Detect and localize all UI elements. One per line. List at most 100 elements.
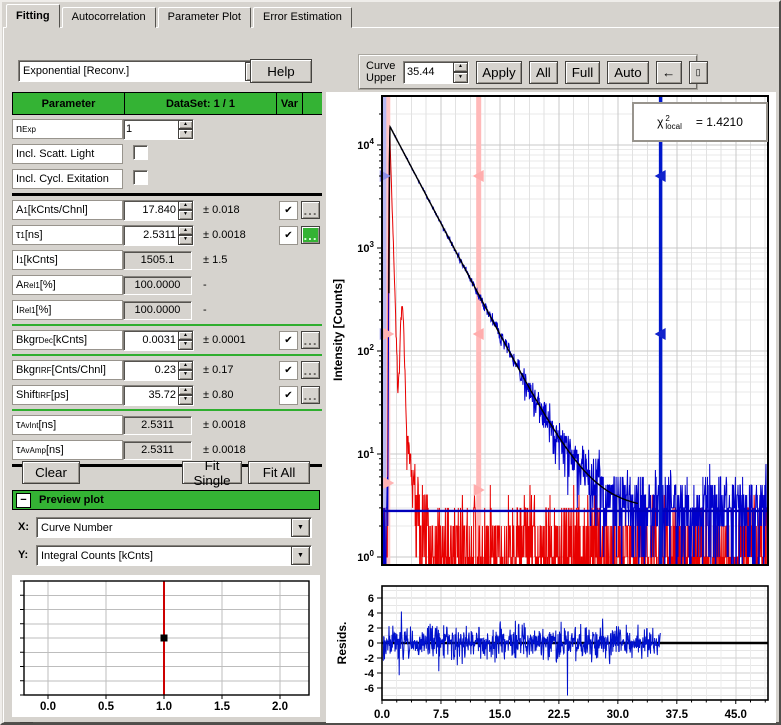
model-select-value: Exponential [Reconv.]: [23, 65, 129, 77]
param-row-i1: I1[kCnts] 1505.1 ± 1.5: [12, 249, 322, 271]
nexp-spinner[interactable]: ▲▼: [178, 120, 193, 139]
clear-button[interactable]: Clear: [22, 461, 80, 484]
shift-irf-error: ± 0.80: [196, 389, 277, 401]
irel1-error: -: [196, 304, 277, 316]
bkgr-dec-error: ± 0.0001: [196, 334, 277, 346]
a1-input[interactable]: ▲▼: [123, 200, 194, 221]
decay-and-residuals-plot: 104103102101100Intensity [Counts]6420-2-…: [326, 92, 776, 725]
bkgr-irf-var-checkbox[interactable]: ✔: [279, 361, 298, 380]
svg-text:30.0: 30.0: [607, 709, 629, 721]
chi-value: = 1.4210: [696, 115, 743, 129]
bkgr-dec-value[interactable]: [124, 331, 178, 350]
help-button[interactable]: Help: [250, 59, 312, 83]
fit-single-button[interactable]: Fit Single: [182, 461, 242, 484]
svg-text:6: 6: [368, 593, 374, 605]
spin-up-icon: ▲: [178, 361, 193, 371]
tau-avint-error: ± 0.0018: [196, 419, 277, 431]
curve-upper-input[interactable]: ▲ ▼: [403, 61, 469, 84]
tau1-var-checkbox[interactable]: ✔: [279, 226, 298, 245]
param-row-arel1: ARel1[%] 100.0000 -: [12, 274, 322, 296]
bkgr-dec-spinner[interactable]: ▲▼: [178, 331, 193, 350]
fitting-page: Exponential [Reconv.] ▼ Help Curve Upper…: [3, 27, 780, 723]
a1-var-checkbox[interactable]: ✔: [279, 201, 298, 220]
tau1-value[interactable]: [124, 226, 178, 245]
a1-spinner[interactable]: ▲▼: [178, 201, 193, 220]
svg-text:-4: -4: [364, 668, 375, 680]
tab-bar: Fitting Autocorrelation Parameter Plot E…: [6, 4, 354, 28]
shift-irf-more-button[interactable]: ...: [301, 386, 320, 404]
svg-text:1.5: 1.5: [214, 701, 231, 713]
incl-cycl-exitation-checkbox[interactable]: [133, 170, 148, 185]
tab-autocorrelation[interactable]: Autocorrelation: [62, 7, 156, 28]
check-icon: ✔: [284, 335, 292, 346]
shift-irf-spinner[interactable]: ▲▼: [178, 386, 193, 405]
shift-irf-var-checkbox[interactable]: ✔: [279, 386, 298, 405]
spin-up-icon: ▲: [178, 201, 193, 211]
i1-value: 1505.1: [123, 251, 192, 270]
spin-down-icon[interactable]: ▼: [453, 72, 468, 83]
curve-upper-spinner[interactable]: ▲ ▼: [453, 62, 468, 83]
chevron-down-icon[interactable]: ▼: [291, 518, 310, 537]
bkgr-irf-value[interactable]: [124, 361, 178, 380]
parameter-table-header: Parameter DataSet: 1 / 1 Var: [12, 92, 322, 115]
nexp-value[interactable]: [124, 120, 178, 139]
auto-button[interactable]: Auto: [607, 61, 648, 84]
dataset-slider: 1 / 1: [12, 720, 320, 725]
nexp-input[interactable]: ▲▼: [123, 119, 194, 140]
shift-irf-value[interactable]: [124, 386, 178, 405]
spin-down-icon: ▼: [178, 340, 193, 350]
back-arrow-button[interactable]: ←: [656, 61, 682, 84]
tab-fitting[interactable]: Fitting: [6, 4, 60, 28]
bkgr-dec-more-button[interactable]: ...: [301, 331, 320, 349]
preview-plot-panel: 0.00.51.01.52.0: [12, 575, 320, 717]
a1-more-button[interactable]: ...: [301, 201, 320, 219]
main-y-axis-label: Intensity [Counts]: [331, 279, 345, 381]
spin-up-icon: ▲: [178, 226, 193, 236]
shift-irf-input[interactable]: ▲▼: [123, 385, 194, 406]
section-divider-green: [12, 324, 322, 326]
bkgr-dec-input[interactable]: ▲▼: [123, 330, 194, 351]
bkgr-dec-var-checkbox[interactable]: ✔: [279, 331, 298, 350]
spin-up-icon: ▲: [178, 331, 193, 341]
bkgr-irf-input[interactable]: ▲▼: [123, 360, 194, 381]
spin-up-icon[interactable]: ▲: [453, 62, 468, 73]
preview-data-point[interactable]: [161, 635, 168, 642]
curve-upper-value[interactable]: [404, 62, 453, 83]
model-select[interactable]: Exponential [Reconv.] ▼: [18, 60, 266, 82]
collapse-icon[interactable]: −: [16, 493, 31, 508]
apply-button[interactable]: Apply: [476, 61, 522, 84]
arel1-error: -: [196, 279, 277, 291]
preview-plot-header: − Preview plot: [12, 490, 320, 510]
a1-value[interactable]: [124, 201, 178, 220]
spin-up-icon: ▲: [178, 386, 193, 396]
svg-text:-2: -2: [364, 653, 374, 665]
tau-avamp-value: 2.5311: [123, 441, 192, 460]
fluofit-window: Fitting Autocorrelation Parameter Plot E…: [0, 0, 781, 725]
svg-text:45.0: 45.0: [725, 709, 747, 721]
svg-text:0.0: 0.0: [374, 709, 390, 721]
preview-x-select[interactable]: Curve Number ▼: [36, 517, 312, 538]
spin-down-icon: ▼: [178, 210, 193, 220]
svg-text:103: 103: [357, 240, 374, 255]
all-button[interactable]: All: [529, 61, 558, 84]
tau1-input[interactable]: ▲▼: [123, 225, 194, 246]
tau1-spinner[interactable]: ▲▼: [178, 226, 193, 245]
tab-error-estimation[interactable]: Error Estimation: [253, 7, 352, 28]
spin-up-icon: ▲: [178, 120, 193, 130]
spin-down-icon: ▼: [178, 129, 193, 139]
spin-down-icon: ▼: [178, 370, 193, 380]
fit-all-button[interactable]: Fit All: [248, 461, 310, 484]
bkgr-irf-more-button[interactable]: ...: [301, 361, 320, 379]
svg-text:-6: -6: [364, 683, 374, 695]
incl-scatt-light-checkbox[interactable]: [133, 145, 148, 160]
tab-parameter-plot[interactable]: Parameter Plot: [158, 7, 251, 28]
tau1-more-button[interactable]: ...: [301, 226, 320, 244]
bkgr-irf-spinner[interactable]: ▲▼: [178, 361, 193, 380]
chevron-down-icon[interactable]: ▼: [291, 546, 310, 565]
tau-avint-value: 2.5311: [123, 416, 192, 435]
cursor-tool-button[interactable]: ▯: [689, 61, 708, 84]
full-button[interactable]: Full: [565, 61, 600, 84]
param-row-shift-irf: ShiftIRF[ps] ▲▼ ± 0.80 ✔ ...: [12, 384, 322, 406]
plot-panel: 104103102101100Intensity [Counts]6420-2-…: [326, 92, 776, 725]
preview-y-select[interactable]: Integral Counts [kCnts] ▼: [36, 545, 312, 566]
